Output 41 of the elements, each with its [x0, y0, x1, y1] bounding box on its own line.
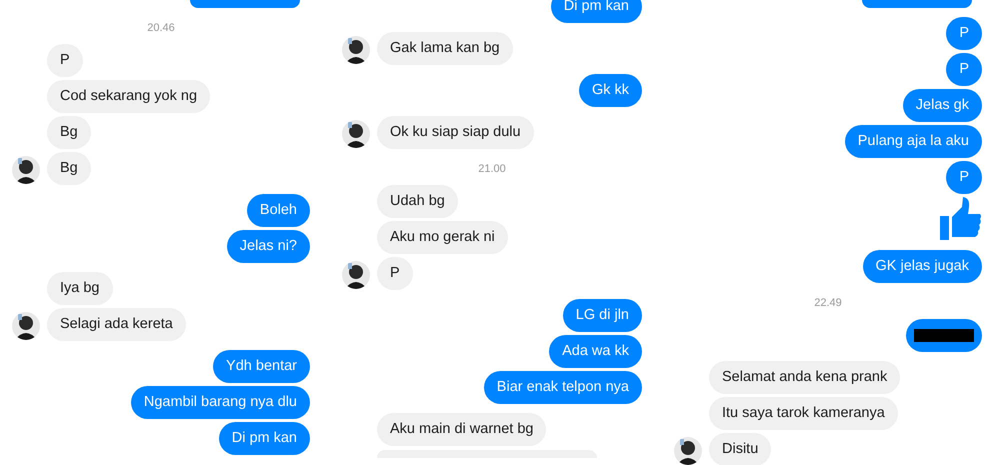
message-bubble: Bg: [47, 152, 91, 185]
message-bubble: Itu saya tarok kameranya: [709, 397, 898, 430]
message-bubble: Iya bg: [47, 272, 112, 305]
message-bubble: Udah bg: [377, 185, 458, 218]
thumbs-up-icon: [940, 197, 982, 241]
message-bubble: Jelas ni?: [226, 230, 310, 263]
message-bubble: Ydh bentar: [213, 350, 310, 383]
message-bubble: Gak lama kan bg: [377, 32, 513, 65]
message-bubble: P: [377, 257, 413, 290]
message-bubble: Cod sekarang yok ng: [47, 80, 210, 113]
avatar: [12, 311, 40, 341]
message-bubble: P: [946, 53, 982, 86]
avatar: [342, 260, 370, 290]
message-bubble: Pulang aja la aku: [844, 125, 982, 158]
avatar: [342, 35, 370, 65]
message-bubble: Gk kk: [578, 74, 642, 107]
message-bubble: LG di jln: [562, 299, 642, 332]
message-bubble: Biar enak telpon nya: [484, 371, 642, 404]
timestamp: 21.00: [478, 163, 506, 175]
timestamp: 20.46: [147, 22, 175, 34]
redaction-bar: [914, 329, 974, 342]
avatar: [342, 119, 370, 149]
avatar: [674, 436, 702, 465]
message-bubble: Aku main di warnet bg: [377, 413, 546, 446]
avatar: [12, 155, 40, 185]
message-bubble: P: [946, 161, 982, 194]
message-bubble: GK jelas jugak: [862, 250, 982, 283]
message-bubble: Bg: [47, 116, 91, 149]
message-bubble: Ok ku siap siap dulu: [377, 116, 534, 149]
timestamp: 22.49: [814, 297, 842, 309]
message-bubble: Ngambil barang nya dlu: [130, 386, 310, 419]
message-bubble: Jelas gk: [902, 89, 982, 122]
message-bubble: Di pm kan: [218, 422, 310, 455]
message-bubble: Disitu: [709, 433, 772, 465]
message-bubble: Boleh: [246, 194, 310, 227]
message-bubble: Selamat anda kena prank: [709, 361, 900, 394]
message-bubble: P: [47, 44, 83, 77]
message-bubble: P: [946, 17, 982, 50]
message-bubble: Selagi ada kereta: [47, 308, 186, 341]
message-bubble: Ada wa kk: [549, 335, 642, 368]
message-bubble: Aku mo gerak ni: [377, 221, 508, 254]
